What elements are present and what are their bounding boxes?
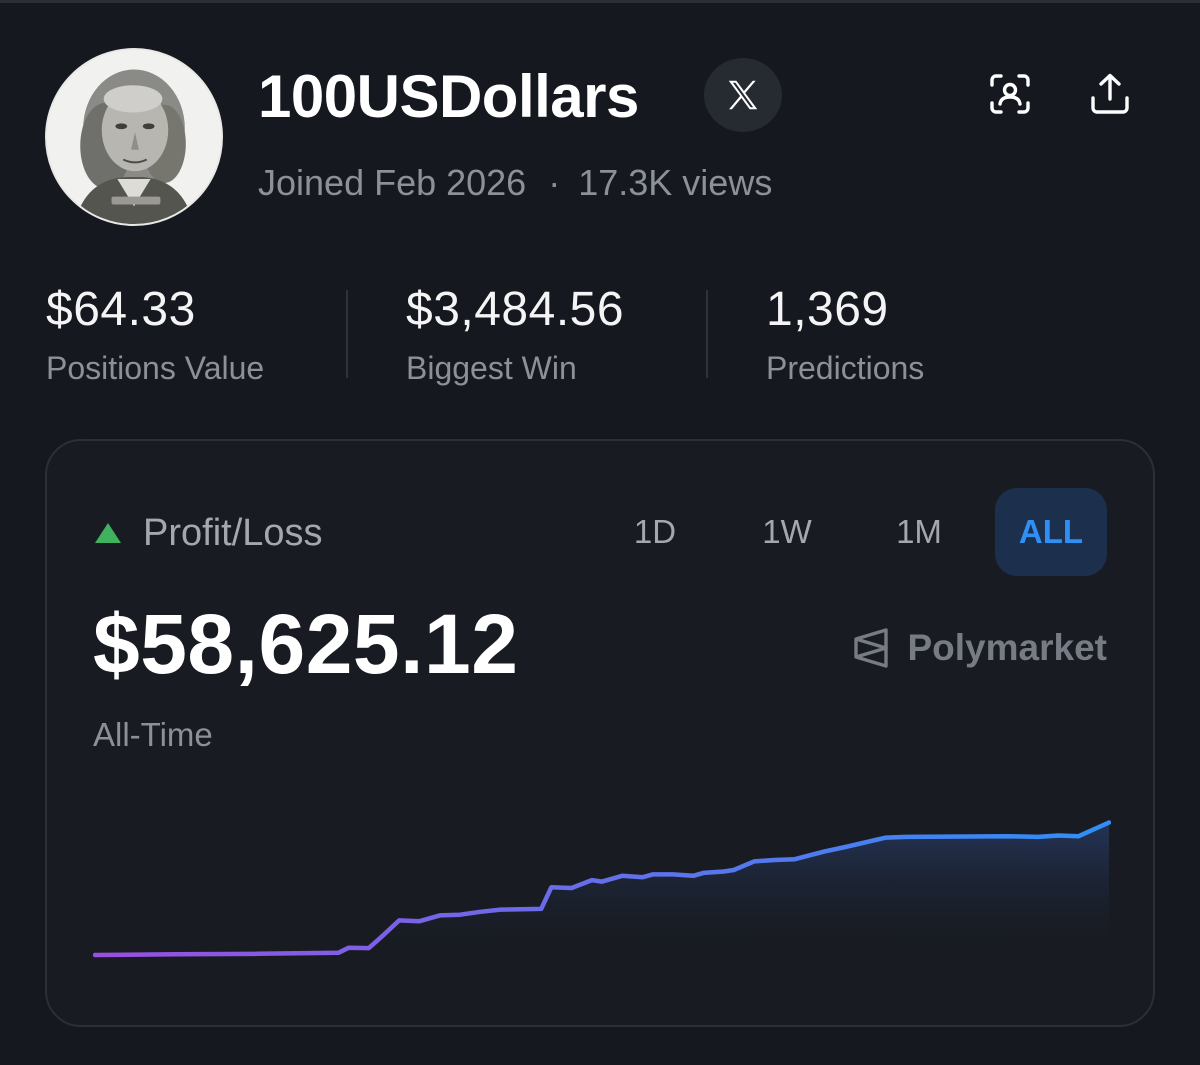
pl-value: $58,625.12	[93, 597, 519, 691]
face-scan-icon	[990, 74, 1030, 114]
polymarket-logo-icon	[853, 628, 888, 668]
brand-name: Polymarket	[907, 627, 1108, 668]
stat-label: Biggest Win	[406, 350, 577, 386]
tab-1d[interactable]: 1D	[599, 488, 711, 576]
avatar[interactable]	[45, 48, 223, 226]
pl-period: All-Time	[93, 716, 213, 753]
tab-all[interactable]: ALL	[995, 488, 1107, 576]
joined-date: Joined Feb 2026	[258, 162, 527, 203]
face-scan-button[interactable]	[982, 66, 1038, 122]
stat-value: $3,484.56	[406, 283, 625, 336]
view-count: 17.3K views	[578, 162, 773, 203]
pl-header: Profit/Loss	[95, 511, 323, 555]
share-button[interactable]	[1082, 66, 1138, 122]
stat-positions-value: $64.33 Positions Value	[46, 282, 264, 388]
chart-area-fill	[95, 822, 1109, 961]
profit-loss-card: Profit/Loss 1D 1W 1M ALL $58,625.12 All-…	[45, 439, 1155, 1027]
meta-separator: ·	[548, 162, 561, 203]
stat-divider	[346, 290, 348, 378]
pl-title: Profit/Loss	[143, 512, 323, 554]
tab-1w[interactable]: 1W	[731, 488, 843, 576]
stat-value: $64.33	[46, 283, 196, 336]
tab-1m[interactable]: 1M	[863, 488, 975, 576]
x-profile-link[interactable]	[704, 58, 782, 132]
benjamin-franklin-portrait-icon	[47, 50, 221, 224]
profile-meta: Joined Feb 2026 · 17.3K views	[258, 162, 772, 204]
triangle-up-icon	[95, 523, 121, 543]
pl-line-chart	[93, 820, 1111, 961]
stat-label: Positions Value	[46, 350, 265, 386]
username: 100USDollars	[258, 63, 639, 130]
stat-predictions: 1,369 Predictions	[766, 282, 924, 388]
stat-biggest-win: $3,484.56 Biggest Win	[406, 282, 624, 388]
stat-divider	[706, 290, 708, 378]
stat-label: Predictions	[766, 350, 925, 386]
share-upload-icon	[1091, 73, 1129, 114]
timeframe-tabs: 1D 1W 1M ALL	[579, 488, 1107, 576]
top-divider	[0, 0, 1200, 3]
x-logo-icon	[728, 80, 758, 110]
polymarket-brand[interactable]: Polymarket	[850, 626, 1108, 670]
stat-value: 1,369	[766, 283, 889, 336]
